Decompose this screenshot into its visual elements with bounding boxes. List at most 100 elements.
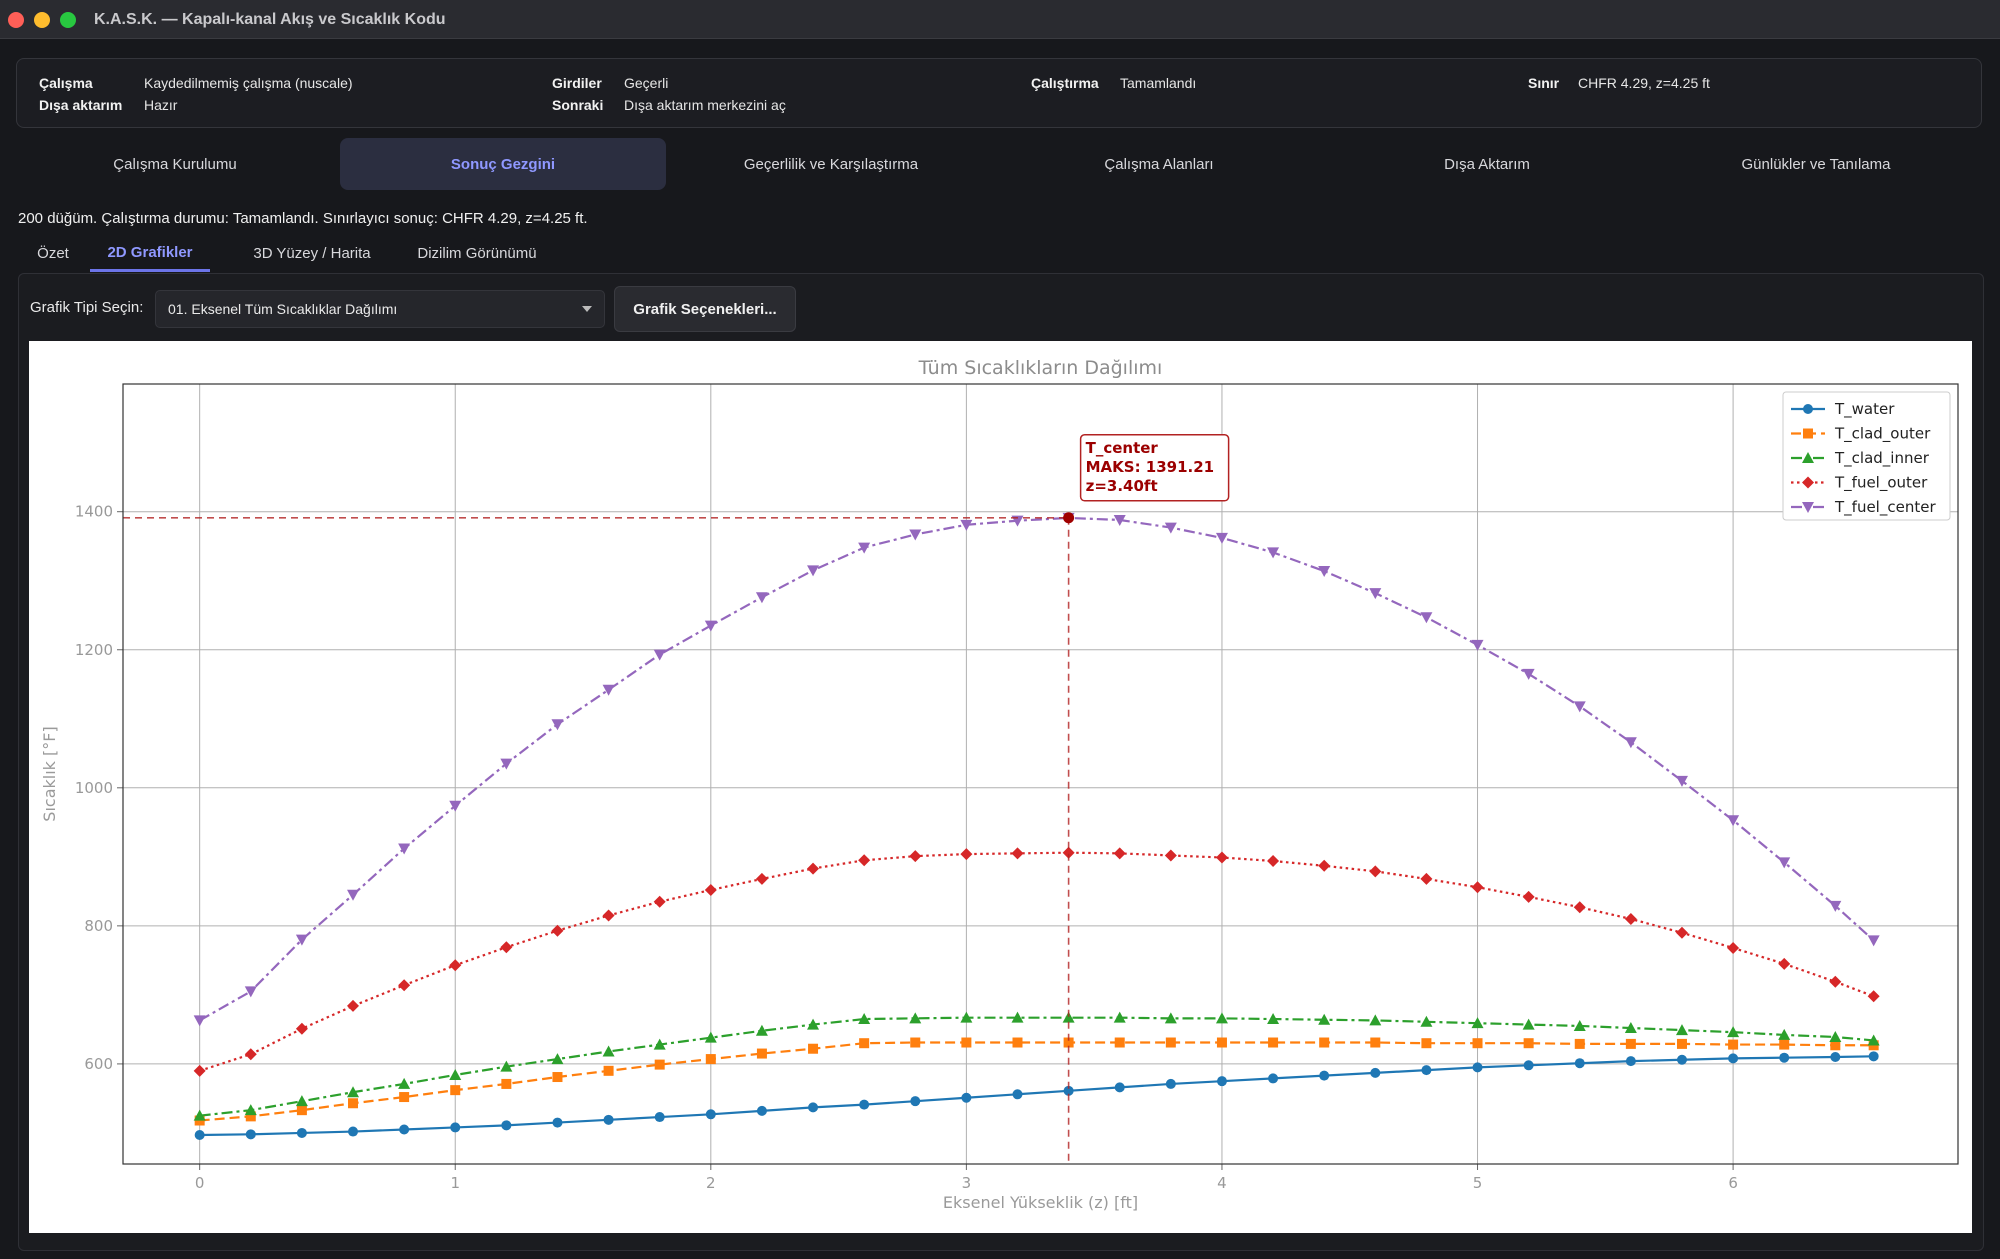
data-point xyxy=(399,1124,410,1135)
data-point xyxy=(1012,1037,1023,1048)
data-point xyxy=(859,1038,870,1049)
x-tick-label: 0 xyxy=(195,1174,205,1192)
data-point xyxy=(1319,1070,1330,1081)
data-point xyxy=(1165,1078,1176,1089)
data-point xyxy=(1523,1060,1534,1071)
data-point xyxy=(603,1114,614,1125)
title-bar: K.A.S.K. — Kapalı-kanal Akış ve Sıcaklık… xyxy=(0,0,2000,39)
data-point xyxy=(1216,1037,1227,1048)
data-point xyxy=(1779,1039,1790,1050)
data-point xyxy=(1012,1089,1023,1100)
plot-type-select[interactable]: 01. Eksenel Tüm Sıcaklıklar Dağılımı xyxy=(155,290,605,328)
subtab-summary[interactable]: Özet xyxy=(20,236,86,270)
data-point xyxy=(859,1099,870,1110)
study-value: Kaydedilmemiş çalışma (nuscale) xyxy=(144,75,353,91)
chart-background xyxy=(29,341,1972,1233)
data-point xyxy=(603,1065,614,1076)
tab-result-explorer[interactable]: Sonuç Gezgini xyxy=(340,138,666,190)
data-point xyxy=(1676,1054,1687,1065)
data-point xyxy=(654,1059,665,1070)
inputs-value: Geçerli xyxy=(624,75,669,91)
max-annotation-line: MAKS: 1391.21 xyxy=(1086,458,1215,476)
data-point xyxy=(296,1127,307,1138)
subtab-2d-plots[interactable]: 2D Grafikler xyxy=(90,236,210,272)
x-tick-label: 6 xyxy=(1728,1174,1738,1192)
y-tick-label: 1200 xyxy=(75,641,113,659)
data-point xyxy=(961,1037,972,1048)
data-point xyxy=(756,1105,767,1116)
close-window-button[interactable] xyxy=(8,12,24,28)
data-point xyxy=(552,1072,563,1083)
legend-label: T_fuel_center xyxy=(1834,498,1936,517)
data-point xyxy=(756,1048,767,1059)
chart-title: Tüm Sıcaklıkların Dağılımı xyxy=(918,357,1163,379)
tab-logs-diagnostics[interactable]: Günlükler ve Tanılama xyxy=(1653,138,1979,190)
data-point xyxy=(1165,1037,1176,1048)
data-point xyxy=(450,1085,461,1096)
minimize-window-button[interactable] xyxy=(34,12,50,28)
zoom-window-button[interactable] xyxy=(60,12,76,28)
x-tick-label: 3 xyxy=(962,1174,972,1192)
data-point xyxy=(1319,1037,1330,1048)
run-label: Çalıştırma xyxy=(1031,75,1099,91)
data-point xyxy=(654,1112,665,1123)
subtab-3d-surface[interactable]: 3D Yüzey / Harita xyxy=(224,236,400,270)
data-point xyxy=(1625,1038,1636,1049)
data-point xyxy=(1216,1076,1227,1087)
data-point xyxy=(1114,1037,1125,1048)
data-point xyxy=(705,1054,716,1065)
export-label: Dışa aktarım xyxy=(39,97,123,113)
data-point xyxy=(245,1129,256,1140)
tab-export[interactable]: Dışa Aktarım xyxy=(1324,138,1650,190)
study-info-panel: Çalışma Kaydedilmemiş çalışma (nuscale) … xyxy=(16,58,1982,128)
data-point xyxy=(1676,1038,1687,1049)
limit-label: Sınır xyxy=(1528,75,1560,91)
data-point xyxy=(1830,1052,1841,1063)
data-point xyxy=(1114,1082,1125,1093)
x-tick-label: 2 xyxy=(706,1174,716,1192)
export-value: Hazır xyxy=(144,97,178,113)
next-action-link[interactable]: Dışa aktarım merkezini aç xyxy=(624,97,786,113)
x-tick-label: 5 xyxy=(1473,1174,1483,1192)
y-tick-label: 1400 xyxy=(75,503,113,521)
tab-validity-comparison[interactable]: Geçerlilik ve Karşılaştırma xyxy=(668,138,994,190)
data-point xyxy=(808,1102,819,1113)
data-point xyxy=(961,1092,972,1103)
legend-label: T_clad_outer xyxy=(1834,425,1931,444)
data-point xyxy=(1268,1073,1279,1084)
legend-label: T_clad_inner xyxy=(1834,449,1930,468)
subtab-array-view[interactable]: Dizilim Görünümü xyxy=(402,236,552,270)
data-point xyxy=(1574,1038,1585,1049)
y-axis-label: Sıcaklık [°F] xyxy=(40,726,59,821)
study-label: Çalışma xyxy=(39,75,93,91)
run-value: Tamamlandı xyxy=(1120,75,1197,91)
data-point xyxy=(1370,1037,1381,1048)
legend-label: T_fuel_outer xyxy=(1834,474,1928,493)
data-point xyxy=(1268,1037,1279,1048)
data-point xyxy=(1625,1056,1636,1067)
inputs-label: Girdiler xyxy=(552,75,602,91)
data-point xyxy=(1472,1038,1483,1049)
data-point xyxy=(348,1126,359,1137)
x-tick-label: 4 xyxy=(1217,1174,1227,1192)
max-annotation-line: T_center xyxy=(1086,439,1159,457)
plot-options-button[interactable]: Grafik Seçenekleri... xyxy=(614,286,796,332)
data-point xyxy=(1472,1062,1483,1073)
data-point xyxy=(1421,1038,1432,1049)
tab-study-setup[interactable]: Çalışma Kurulumu xyxy=(12,138,338,190)
data-point xyxy=(1523,1038,1534,1049)
y-tick-label: 600 xyxy=(84,1055,113,1073)
data-point xyxy=(1728,1039,1739,1050)
data-point xyxy=(501,1078,512,1089)
x-axis-label: Eksenel Yükseklik (z) [ft] xyxy=(943,1193,1138,1212)
legend-marker xyxy=(1803,428,1813,439)
data-point xyxy=(450,1122,461,1133)
data-point xyxy=(910,1096,921,1107)
chart-legend: T_water T_clad_outer T_clad_inner T_fuel_ou… xyxy=(1782,391,1951,521)
temperature-distribution-chart: 0 1 2 3 4 5 6 600 800 1000 1200 1400 Tüm Sıcaklıklar… xyxy=(29,341,1972,1233)
data-point xyxy=(552,1117,563,1128)
y-tick-label: 1000 xyxy=(75,779,113,797)
data-point xyxy=(348,1098,359,1109)
data-point xyxy=(705,1109,716,1120)
tab-workspaces[interactable]: Çalışma Alanları xyxy=(996,138,1322,190)
